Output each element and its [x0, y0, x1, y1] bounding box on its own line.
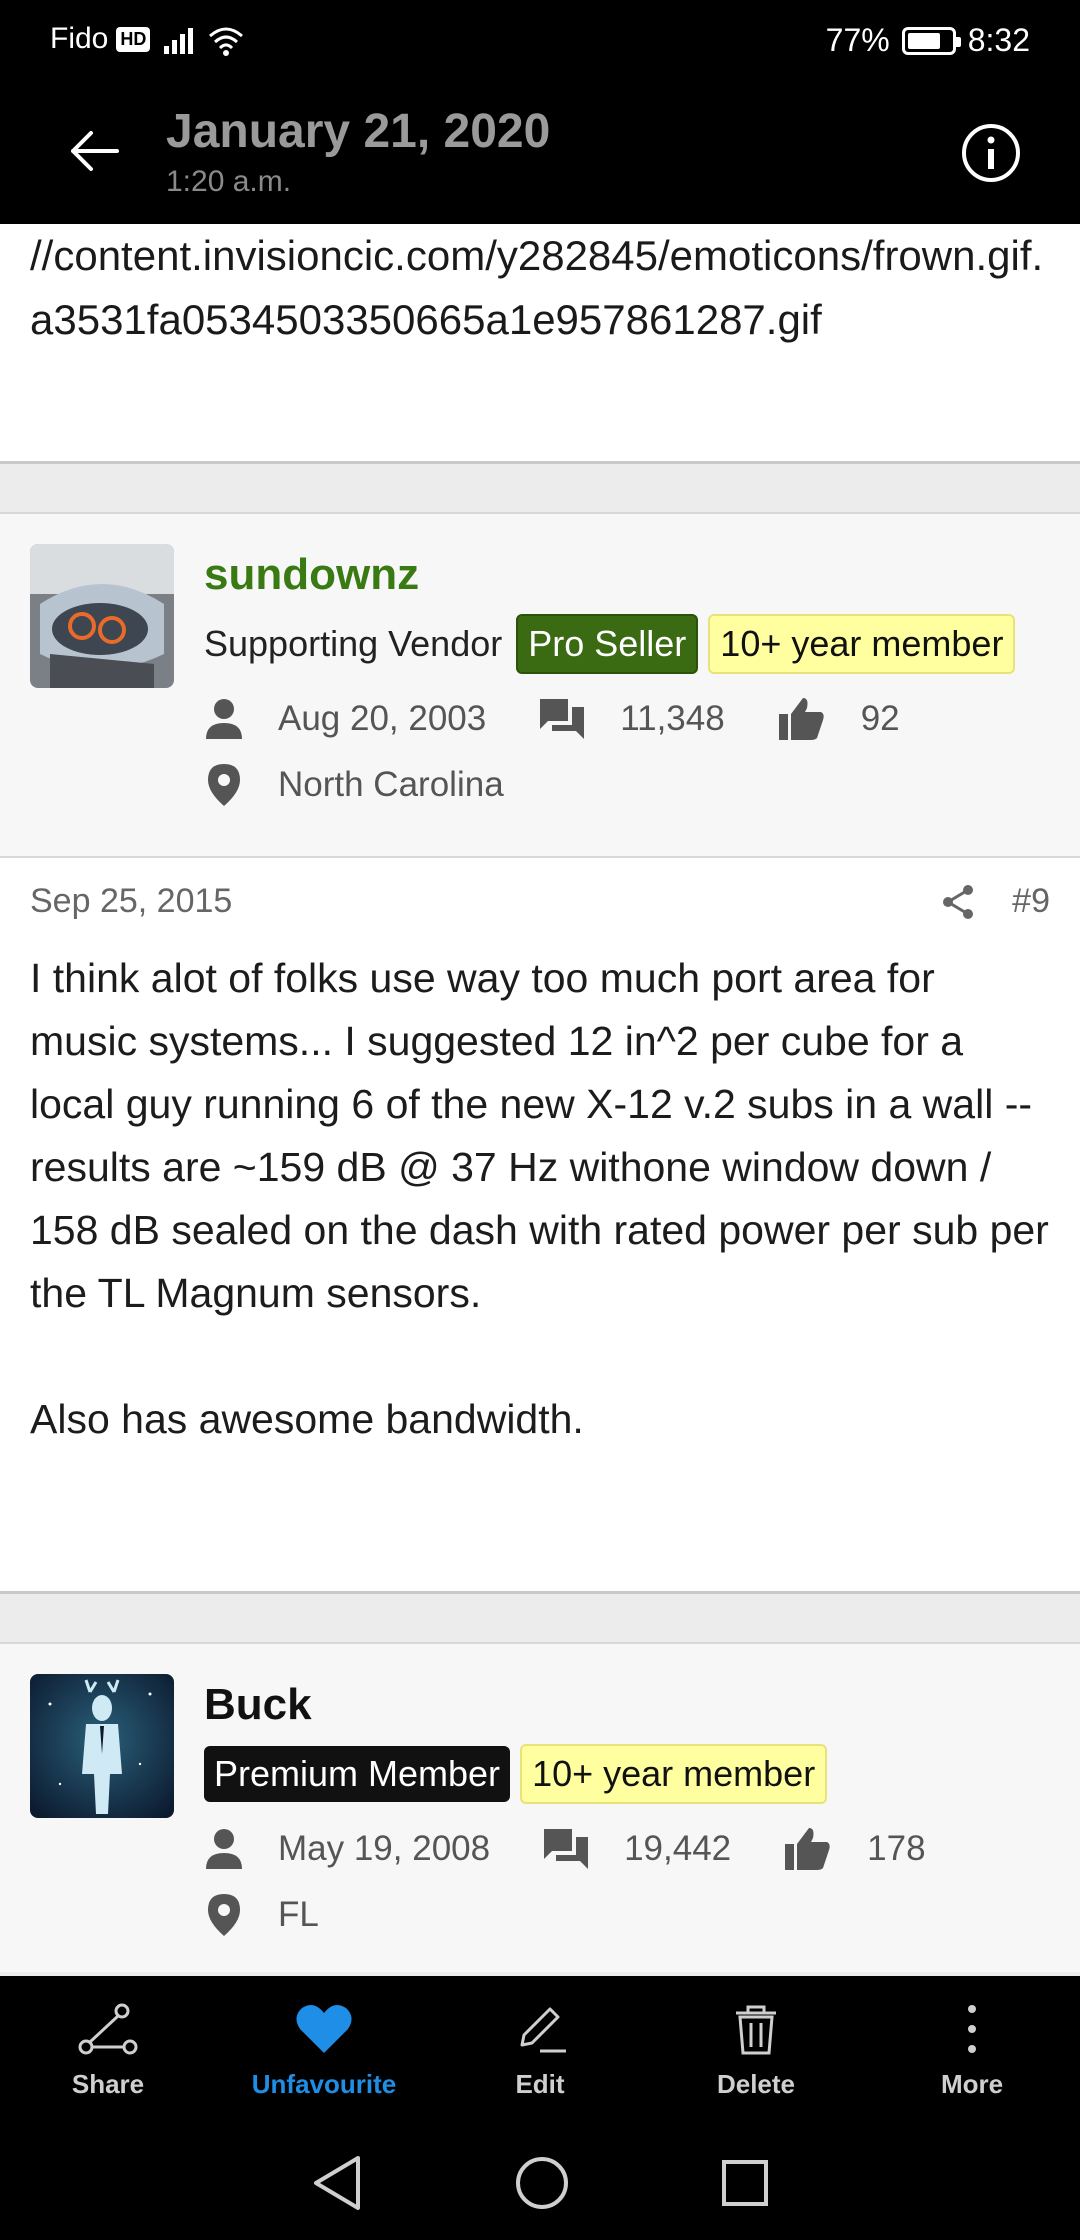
- previous-post-card: //content.invisioncic.com/y282845/emotic…: [0, 224, 1080, 464]
- thumbs-up-icon: [785, 1828, 830, 1870]
- more-label: More: [940, 2068, 1004, 2099]
- status-bar: Fido HD 77% 8:32: [0, 0, 1080, 80]
- header-title-group: January 21, 2020 1:20 a.m.: [166, 104, 550, 199]
- more-vertical-icon: [968, 2004, 976, 2053]
- joined-stat: Aug 20, 2003: [204, 697, 486, 741]
- share-button[interactable]: Share: [0, 1976, 216, 2126]
- author-stats: May 19, 2008 19,442 178: [204, 1826, 1050, 1872]
- signal-icon: [164, 28, 193, 54]
- info-icon[interactable]: [960, 122, 1022, 184]
- location-pin-icon: [208, 1894, 240, 1936]
- card-gap: [0, 464, 1080, 512]
- chat-icon: [544, 1829, 589, 1869]
- battery-fill: [907, 32, 940, 49]
- person-icon: [206, 699, 242, 739]
- previous-post-text: //content.invisioncic.com/y282845/emotic…: [30, 232, 1044, 343]
- chat-icon: [540, 699, 585, 739]
- post-paragraph: I think alot of folks use way too much p…: [30, 955, 1049, 1316]
- share-icon[interactable]: [940, 884, 976, 920]
- post-body: I think alot of folks use way too much p…: [30, 947, 1050, 1451]
- post-count: 19,442: [624, 1829, 732, 1868]
- clock: 8:32: [967, 22, 1030, 58]
- bottom-action-bar: Share Unfavourite Edit Delete More: [0, 1976, 1080, 2126]
- back-button[interactable]: [58, 116, 128, 186]
- share-icon: [78, 2003, 138, 2054]
- author-badges: Premium Member 10+ year member: [204, 1744, 1050, 1804]
- system-nav-bar: [0, 2126, 1080, 2240]
- post-count: 11,348: [620, 699, 725, 738]
- post-meta-actions: #9: [940, 882, 1050, 921]
- author-name[interactable]: Buck: [204, 1680, 1050, 1730]
- person-icon: [206, 1829, 242, 1869]
- battery-icon: [901, 26, 961, 55]
- carrier: Fido HD: [50, 22, 151, 56]
- author-location: North Carolina: [204, 762, 1050, 808]
- author-role: Supporting Vendor: [204, 623, 503, 664]
- delete-button[interactable]: Delete: [648, 1976, 864, 2126]
- edit-label: Edit: [515, 2068, 565, 2099]
- trash-icon: [736, 2005, 776, 2054]
- post-date: Sep 25, 2015: [30, 882, 233, 920]
- author-location: FL: [204, 1892, 1050, 1938]
- likes-stat: 178: [783, 1826, 926, 1872]
- heart-icon: [296, 2004, 352, 2053]
- content-area[interactable]: //content.invisioncic.com/y282845/emotic…: [0, 224, 1080, 1976]
- battery-percent: 77%: [825, 22, 890, 58]
- post-number[interactable]: #9: [1012, 882, 1050, 921]
- posts-stat: 11,348: [538, 697, 725, 741]
- location-pin-icon: [208, 764, 240, 806]
- joined-date: Aug 20, 2003: [278, 699, 487, 738]
- badge-premium-member: Premium Member: [204, 1746, 511, 1802]
- unfavourite-label: Unfavourite: [251, 2068, 397, 2099]
- like-count: 178: [867, 1829, 926, 1868]
- status-right: 77% 8:32: [826, 22, 1030, 59]
- nav-back-icon[interactable]: [310, 2154, 364, 2212]
- more-button[interactable]: More: [864, 1976, 1080, 2126]
- author-badges: Supporting Vendor Pro Seller 10+ year me…: [204, 614, 1050, 674]
- likes-stat: 92: [777, 696, 900, 742]
- post-meta: Sep 25, 2015 #9: [30, 882, 1050, 921]
- hd-badge: HD: [116, 26, 151, 52]
- page-subtitle: 1:20 a.m.: [166, 165, 292, 198]
- nav-home-icon[interactable]: [514, 2155, 570, 2211]
- pencil-icon: [520, 2007, 566, 2052]
- avatar[interactable]: [30, 1674, 174, 1818]
- page-title: January 21, 2020: [166, 105, 551, 158]
- badge-year-member: 10+ year member: [708, 614, 1016, 674]
- posts-stat: 19,442: [542, 1827, 731, 1871]
- joined-stat: May 19, 2008: [204, 1827, 490, 1871]
- location-text: FL: [278, 1895, 319, 1934]
- author-stats: Aug 20, 2003 11,348 92: [204, 696, 1050, 742]
- avatar[interactable]: [30, 544, 174, 688]
- like-count: 92: [860, 699, 900, 738]
- author-name[interactable]: sundownz: [204, 550, 1050, 600]
- card-gap: [0, 1594, 1080, 1642]
- nav-recents-icon[interactable]: [720, 2158, 770, 2208]
- post-paragraph: Also has awesome bandwidth.: [30, 1396, 584, 1442]
- delete-label: Delete: [716, 2068, 796, 2099]
- author-info: Buck Premium Member 10+ year member May …: [204, 1680, 1050, 1938]
- author-block: Buck Premium Member 10+ year member May …: [0, 1642, 1080, 1972]
- wifi-icon: [209, 27, 243, 56]
- author-info: sundownz Supporting Vendor Pro Seller 10…: [204, 550, 1050, 808]
- unfavourite-button[interactable]: Unfavourite: [216, 1976, 432, 2126]
- author-block: sundownz Supporting Vendor Pro Seller 10…: [0, 512, 1080, 856]
- edit-button[interactable]: Edit: [432, 1976, 648, 2126]
- app-header: January 21, 2020 1:20 a.m.: [0, 80, 1080, 224]
- badge-year-member: 10+ year member: [520, 1744, 828, 1804]
- post-card: Sep 25, 2015 #9 I think alot of folks us…: [0, 856, 1080, 1594]
- joined-date: May 19, 2008: [278, 1829, 491, 1868]
- arrow-left-icon: [71, 131, 119, 171]
- thumbs-up-icon: [778, 698, 824, 740]
- badge-pro-seller: Pro Seller: [516, 614, 699, 674]
- share-label: Share: [71, 2068, 145, 2099]
- location-text: North Carolina: [278, 765, 504, 804]
- carrier-name: Fido: [50, 22, 109, 55]
